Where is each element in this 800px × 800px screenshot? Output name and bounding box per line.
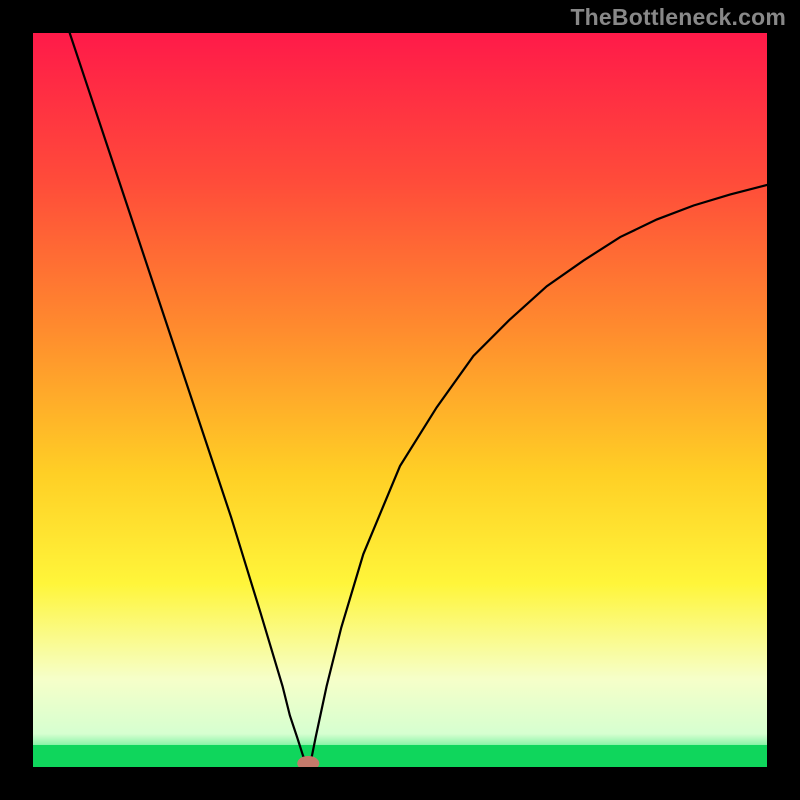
plot-area: [33, 33, 767, 767]
chart-frame: TheBottleneck.com: [0, 0, 800, 800]
plot-svg: [33, 33, 767, 767]
green-band: [33, 745, 767, 767]
gradient-background: [33, 33, 767, 767]
watermark-text: TheBottleneck.com: [570, 4, 786, 31]
